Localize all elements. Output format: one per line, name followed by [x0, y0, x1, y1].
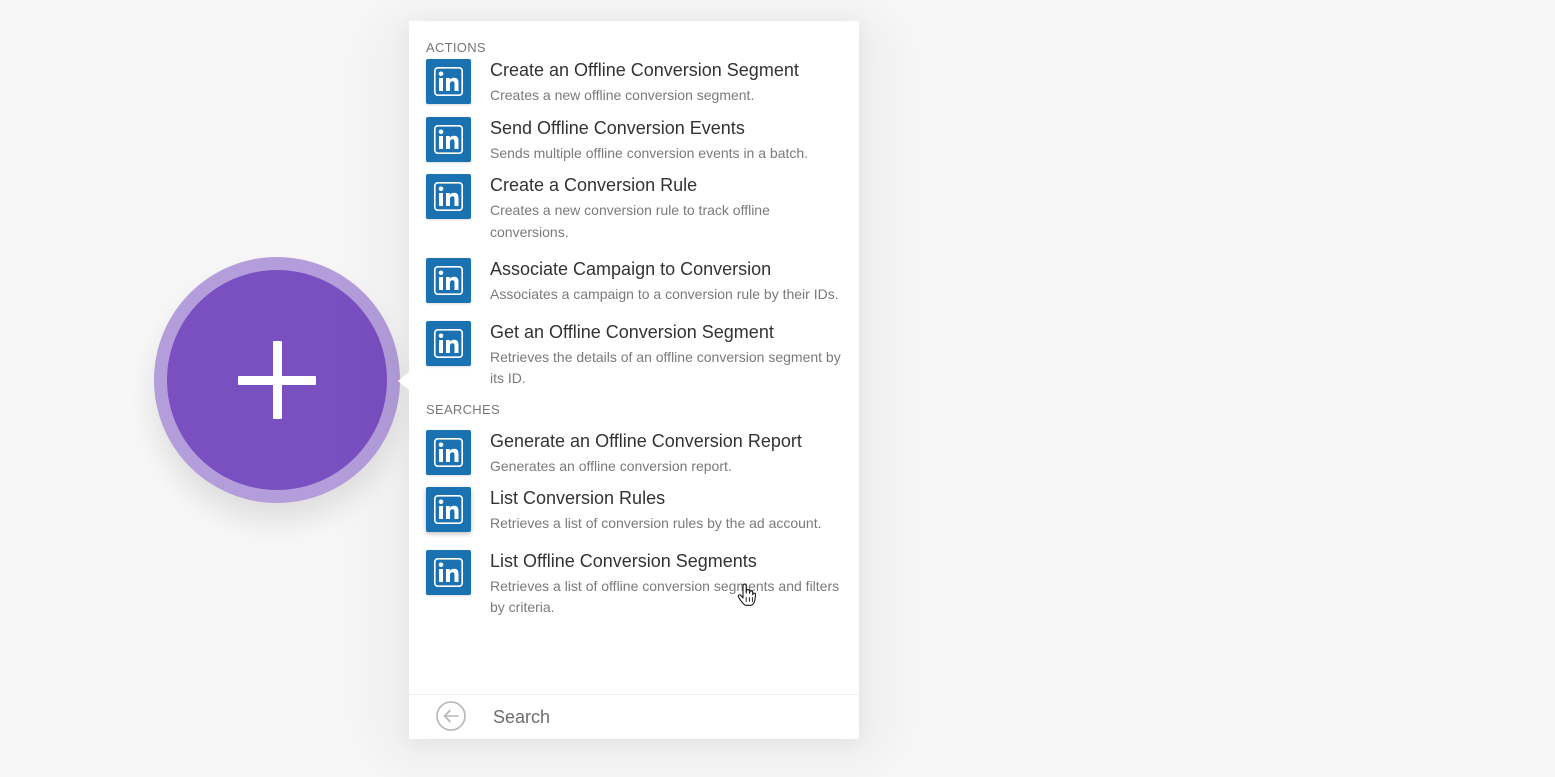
scenario-canvas: ACTIONS Create an Offline Conversion Seg… — [0, 0, 1555, 777]
module-item-title: List Conversion Rules — [490, 488, 666, 508]
module-item-title: Get an Offline Conversion Segment — [490, 321, 774, 342]
linkedin-icon — [426, 59, 471, 104]
module-item-create-offline-conversion-segment[interactable]: Create an Offline Conversion Segment Cre… — [409, 59, 859, 107]
module-picker-panel: ACTIONS Create an Offline Conversion Seg… — [409, 21, 859, 739]
module-item-title: Create an Offline Conversion Segment — [490, 60, 799, 80]
module-item-description: Generates an offline conversion report. — [490, 457, 732, 474]
module-item-description: Creates a new offline conversion segment… — [490, 87, 755, 103]
section-title-actions: ACTIONS — [426, 40, 486, 55]
module-item-description: Retrieves a list of offline conversion s… — [490, 577, 840, 616]
linkedin-icon — [426, 429, 471, 475]
linkedin-icon — [426, 116, 471, 162]
linkedin-icon — [426, 174, 471, 219]
linkedin-icon — [426, 320, 471, 366]
module-item-description: Retrieves the details of an offline conv… — [490, 348, 841, 387]
module-item-description: Associates a campaign to a conversion ru… — [490, 286, 839, 302]
module-item-list-offline-conversion-segments[interactable]: List Offline Conversion Segments Retriev… — [409, 549, 859, 619]
plus-icon — [167, 270, 387, 490]
arrow-left-circle-icon[interactable] — [436, 701, 466, 731]
module-item-title: Associate Campaign to Conversion — [490, 259, 772, 279]
module-item-description: Sends multiple offline conversion events… — [490, 144, 809, 161]
linkedin-icon — [426, 549, 471, 595]
module-item-get-offline-conversion-segment[interactable]: Get an Offline Conversion Segment Retrie… — [409, 320, 859, 390]
module-item-create-conversion-rule[interactable]: Create a Conversion Rule Creates a new c… — [409, 174, 859, 243]
module-item-generate-offline-conversion-report[interactable]: Generate an Offline Conversion Report Ge… — [409, 429, 859, 478]
panel-pointer-arrow — [398, 372, 409, 390]
linkedin-icon — [426, 258, 471, 303]
search-bar — [409, 694, 859, 739]
section-title-searches: SEARCHES — [426, 401, 500, 417]
module-item-associate-campaign-to-conversion[interactable]: Associate Campaign to Conversion Associa… — [409, 258, 859, 306]
module-item-list-conversion-rules[interactable]: List Conversion Rules Retrieves a list o… — [409, 487, 859, 535]
module-item-title: Generate an Offline Conversion Report — [490, 430, 802, 451]
linkedin-icon — [426, 487, 471, 532]
hand-pointer-icon — [737, 583, 757, 607]
module-item-title: Send Offline Conversion Events — [490, 117, 745, 138]
search-input[interactable] — [493, 703, 833, 731]
add-module-circle — [167, 270, 387, 490]
module-item-title: List Offline Conversion Segments — [490, 550, 757, 571]
module-item-description: Creates a new conversion rule to track o… — [490, 202, 770, 240]
module-item-title: Create a Conversion Rule — [490, 175, 698, 195]
module-item-send-offline-conversion-events[interactable]: Send Offline Conversion Events Sends mul… — [409, 116, 859, 165]
module-item-description: Retrieves a list of conversion rules by … — [490, 515, 822, 531]
